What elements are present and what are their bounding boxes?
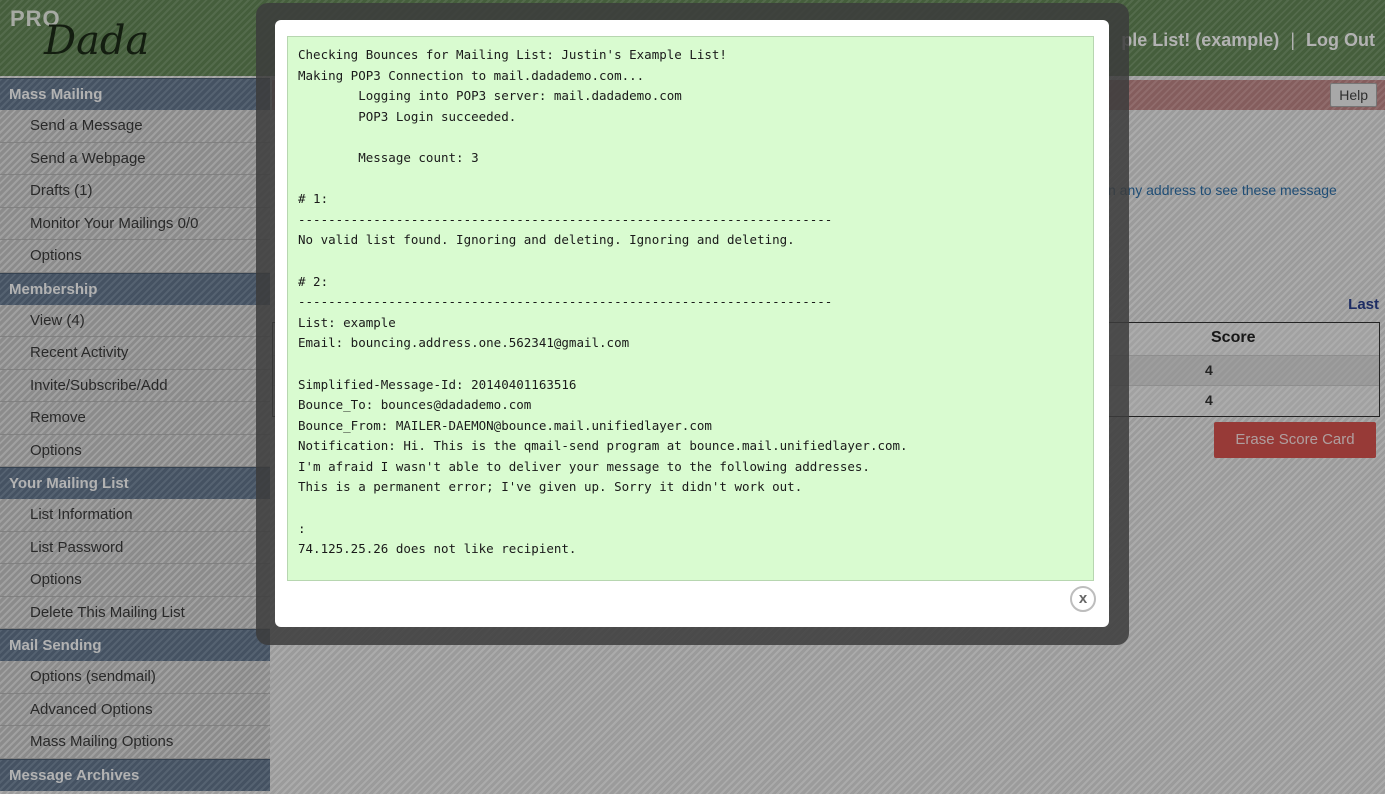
close-icon[interactable]: x [1070,586,1096,612]
bounce-log-modal: Checking Bounces for Mailing List: Justi… [275,20,1109,627]
log-output[interactable]: Checking Bounces for Mailing List: Justi… [287,36,1094,581]
log-text: Checking Bounces for Mailing List: Justi… [298,47,908,557]
